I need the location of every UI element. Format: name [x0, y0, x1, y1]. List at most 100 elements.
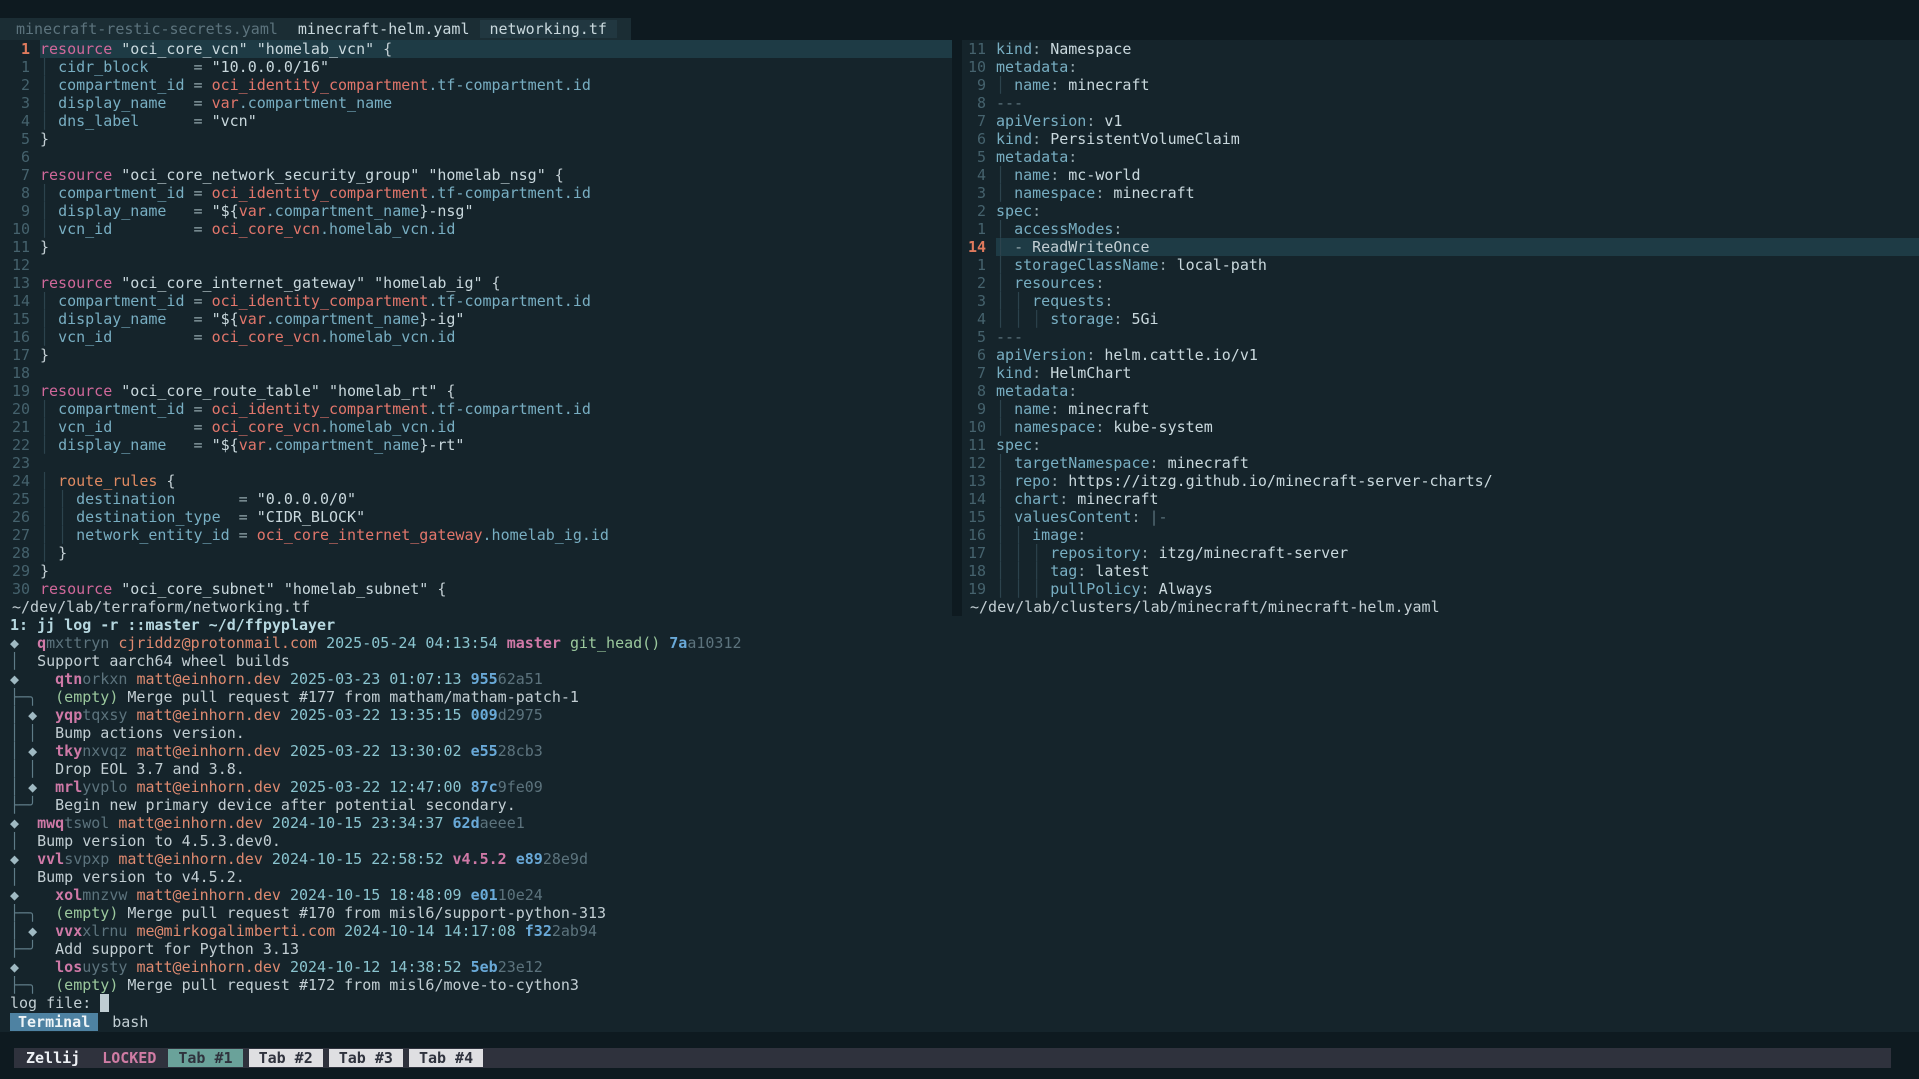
code-line[interactable]: 7resource "oci_core_network_security_gro… — [0, 166, 952, 184]
code-line[interactable]: 8│ compartment_id = oci_identity_compart… — [0, 184, 952, 202]
line-number: 3 — [962, 292, 996, 310]
code-line[interactable]: 11} — [0, 238, 952, 256]
code-line[interactable]: 5metadata: — [962, 148, 1919, 166]
text-segment: metadata — [996, 58, 1068, 76]
terminal-pane[interactable]: 1: jj log -r ::master ~/d/ffpyplayer◆ qm… — [0, 616, 1919, 1032]
text-segment: resource — [40, 166, 112, 184]
buffer-tab-3[interactable]: networking.tf — [480, 20, 617, 38]
line-number: 9 — [962, 400, 996, 418]
code-line[interactable]: 11spec: — [962, 436, 1919, 454]
code-line[interactable]: 15│ display_name = "${var.compartment_na… — [0, 310, 952, 328]
line-number: 12 — [0, 256, 40, 274]
zellij-tab-1[interactable]: Tab #1 — [168, 1049, 242, 1067]
code-line[interactable]: 21│ vcn_id = oci_core_vcn.homelab_vcn.id — [0, 418, 952, 436]
code-line[interactable]: 4│ │ │ storage: 5Gi — [962, 310, 1919, 328]
code-line[interactable]: 8metadata: — [962, 382, 1919, 400]
indent-guide: │ — [40, 472, 58, 490]
buffer-tab-2[interactable]: minecraft-helm.yaml — [288, 20, 480, 38]
code-line[interactable]: 10metadata: — [962, 58, 1919, 76]
code-line[interactable]: 26│ │ destination_type = "CIDR_BLOCK" — [0, 508, 952, 526]
code-line[interactable]: 24│ route_rules { — [0, 472, 952, 490]
text-segment: Bump version to 4.5.3.dev0. — [19, 832, 281, 850]
code-line[interactable]: 12│ targetNamespace: minecraft — [962, 454, 1919, 472]
code-text: │ - ReadWriteOnce — [996, 238, 1919, 256]
code-line[interactable]: 1│ cidr_block = "10.0.0.0/16" — [0, 58, 952, 76]
cursor-line[interactable]: 1resource "oci_core_vcn" "homelab_vcn" { — [0, 40, 952, 58]
code-line[interactable]: 6kind: PersistentVolumeClaim — [962, 130, 1919, 148]
code-line[interactable]: 18│ │ │ tag: latest — [962, 562, 1919, 580]
code-line[interactable]: 15│ valuesContent: |- — [962, 508, 1919, 526]
code-line[interactable]: 16│ │ image: — [962, 526, 1919, 544]
code-line[interactable]: 17} — [0, 346, 952, 364]
code-line[interactable]: 22│ display_name = "${var.compartment_na… — [0, 436, 952, 454]
code-line[interactable]: 3│ display_name = var.compartment_name — [0, 94, 952, 112]
code-line[interactable]: 2│ resources: — [962, 274, 1919, 292]
code-line[interactable]: 12 — [0, 256, 952, 274]
text-segment: 2024-10-14 14:17:08 — [344, 922, 516, 940]
text-segment: = — [185, 76, 212, 94]
code-line[interactable]: 9│ name: minecraft — [962, 400, 1919, 418]
code-line[interactable]: 4│ name: mc-world — [962, 166, 1919, 184]
cursor-line[interactable]: 14│ - ReadWriteOnce — [962, 238, 1919, 256]
code-line[interactable]: 25│ │ destination = "0.0.0.0/0" — [0, 490, 952, 508]
code-line[interactable]: 14│ chart: minecraft — [962, 490, 1919, 508]
commit-node-icon: ◆ — [10, 850, 19, 868]
text-segment: spec — [996, 202, 1032, 220]
code-line[interactable]: 19resource "oci_core_route_table" "homel… — [0, 382, 952, 400]
code-line[interactable]: 5--- — [962, 328, 1919, 346]
code-line[interactable]: 23 — [0, 454, 952, 472]
code-line[interactable]: 2spec: — [962, 202, 1919, 220]
bufferline-strip: minecraft-restic-secrets.yamlminecraft-h… — [0, 18, 631, 40]
code-line[interactable]: 7kind: HelmChart — [962, 364, 1919, 382]
code-line[interactable]: 19│ │ │ pullPolicy: Always — [962, 580, 1919, 598]
text-segment: 87c — [471, 778, 498, 796]
code-line[interactable]: 3│ namespace: minecraft — [962, 184, 1919, 202]
code-line[interactable]: 10│ vcn_id = oci_core_vcn.homelab_vcn.id — [0, 220, 952, 238]
zellij-tab-2[interactable]: Tab #2 — [249, 1049, 323, 1067]
code-line[interactable]: 7apiVersion: v1 — [962, 112, 1919, 130]
zellij-tab-3[interactable]: Tab #3 — [329, 1049, 403, 1067]
text-segment — [37, 742, 55, 760]
terminal-prompt-line[interactable]: log file: — [10, 994, 1919, 1012]
code-line[interactable]: 9│ name: minecraft — [962, 76, 1919, 94]
code-line[interactable]: 6 — [0, 148, 952, 166]
text-segment: .homelab_vcn.id — [320, 418, 455, 436]
code-line[interactable]: 27│ │ network_entity_id = oci_core_inter… — [0, 526, 952, 544]
code-line[interactable]: 6apiVersion: helm.cattle.io/v1 — [962, 346, 1919, 364]
code-line[interactable]: 16│ vcn_id = oci_core_vcn.homelab_vcn.id — [0, 328, 952, 346]
text-segment: : — [1086, 346, 1104, 364]
code-line[interactable]: 8--- — [962, 94, 1919, 112]
code-line[interactable]: 14│ compartment_id = oci_identity_compar… — [0, 292, 952, 310]
code-line[interactable]: 5} — [0, 130, 952, 148]
code-line[interactable]: 1│ accessModes: — [962, 220, 1919, 238]
text-segment: } — [58, 544, 67, 562]
code-line[interactable]: 13resource "oci_core_internet_gateway" "… — [0, 274, 952, 292]
graph-line: │ — [10, 868, 19, 886]
code-line[interactable]: 1│ storageClassName: local-path — [962, 256, 1919, 274]
code-line[interactable]: 17│ │ │ repository: itzg/minecraft-serve… — [962, 544, 1919, 562]
text-segment: (empty) — [55, 904, 118, 922]
code-line[interactable]: 18 — [0, 364, 952, 382]
buffer-tab-1[interactable]: minecraft-restic-secrets.yaml — [6, 20, 288, 38]
indent-guide: │ │ │ — [996, 580, 1050, 598]
code-line[interactable]: 28│ } — [0, 544, 952, 562]
code-text: │ resources: — [996, 274, 1919, 292]
code-text: metadata: — [996, 58, 1919, 76]
code-line[interactable]: 9│ display_name = "${var.compartment_nam… — [0, 202, 952, 220]
code-line[interactable]: 11kind: Namespace — [962, 40, 1919, 58]
zellij-tab-4[interactable]: Tab #4 — [409, 1049, 483, 1067]
text-segment — [112, 274, 121, 292]
code-line[interactable]: 30resource "oci_core_subnet" "homelab_su… — [0, 580, 952, 598]
code-line[interactable]: 3│ │ requests: — [962, 292, 1919, 310]
code-line[interactable]: 20│ compartment_id = oci_identity_compar… — [0, 400, 952, 418]
text-segment: e55 — [471, 742, 498, 760]
code-line[interactable]: 10│ namespace: kube-system — [962, 418, 1919, 436]
code-line[interactable]: 13│ repo: https://itzg.github.io/minecra… — [962, 472, 1919, 490]
text-segment: "CIDR_BLOCK" — [257, 508, 365, 526]
code-line[interactable]: 29} — [0, 562, 952, 580]
code-line[interactable]: 4│ dns_label = "vcn" — [0, 112, 952, 130]
line-number: 10 — [962, 418, 996, 436]
indent-guide: │ — [996, 76, 1014, 94]
code-line[interactable]: 2│ compartment_id = oci_identity_compart… — [0, 76, 952, 94]
text-segment: matt@einhorn.dev — [136, 886, 281, 904]
